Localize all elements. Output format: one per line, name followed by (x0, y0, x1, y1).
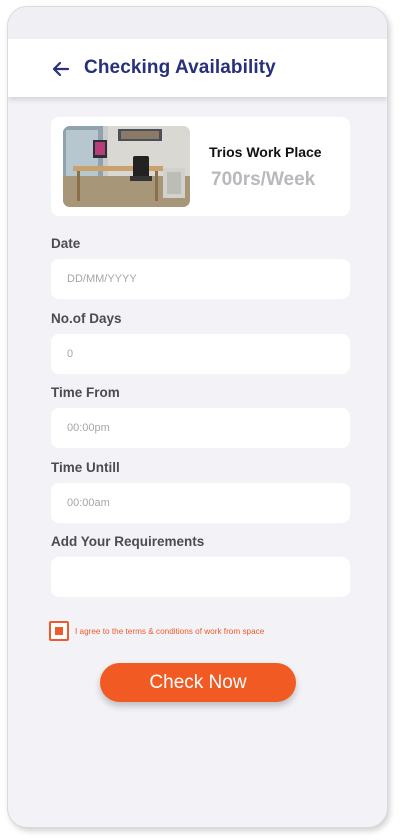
back-arrow-icon[interactable] (51, 59, 71, 79)
time-from-label: Time From (51, 385, 120, 400)
terms-text: I agree to the terms & conditions of wor… (75, 627, 265, 636)
page-title: Checking Availability (84, 57, 276, 78)
status-bar-area (8, 7, 387, 39)
time-from-field[interactable] (51, 408, 350, 448)
workspace-price: 700rs/Week (211, 169, 316, 190)
requirements-label: Add Your Requirements (51, 534, 205, 549)
office-desk-photo (63, 126, 190, 207)
app-bar: Checking Availability (8, 39, 387, 97)
time-until-label: Time Untill (51, 460, 120, 475)
days-label: No.of Days (51, 311, 122, 326)
checkbox-check-mark (55, 627, 63, 635)
phone-frame: Checking Availability Trios Work Place 7… (7, 6, 388, 828)
workspace-card[interactable]: Trios Work Place 700rs/Week (51, 117, 350, 216)
workspace-name: Trios Work Place (209, 144, 322, 160)
requirements-field[interactable] (51, 557, 350, 597)
date-field[interactable] (51, 259, 350, 299)
date-label: Date (51, 236, 81, 251)
terms-checkbox[interactable] (49, 621, 69, 641)
time-until-field[interactable] (51, 483, 350, 523)
days-field[interactable] (51, 334, 350, 374)
check-now-button[interactable]: Check Now (100, 663, 296, 702)
